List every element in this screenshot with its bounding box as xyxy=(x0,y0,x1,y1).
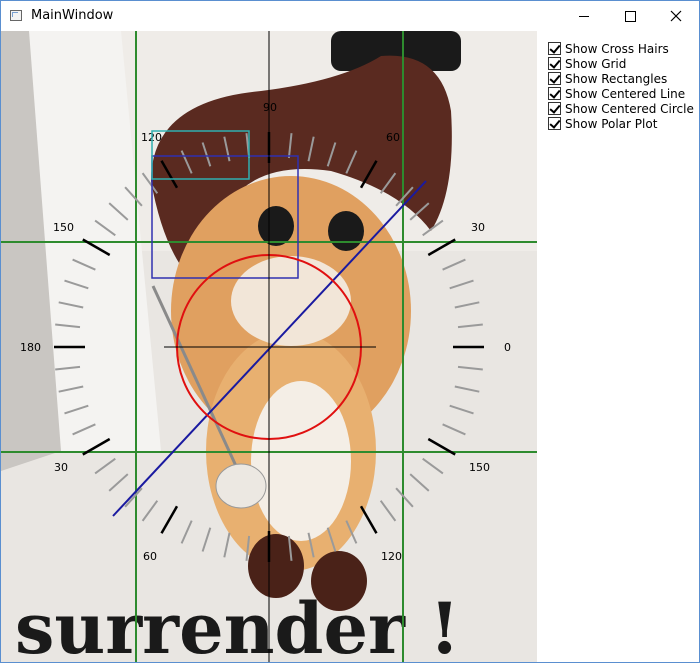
option-label: Show Grid xyxy=(565,56,627,71)
polar-label-90: 90 xyxy=(263,101,277,114)
polar-label-30b: 30 xyxy=(54,461,68,474)
option-label: Show Centered Line xyxy=(565,86,686,101)
polar-label-60b: 60 xyxy=(143,550,157,563)
image-canvas[interactable]: surrender ! 0 30 60 90 120 150 180 150 1… xyxy=(1,31,537,662)
main-window: MainWindow surrender ! 0 30 60 90 120 15… xyxy=(0,0,700,663)
option-label: Show Rectangles xyxy=(565,71,668,86)
minimize-button[interactable] xyxy=(561,1,607,31)
app-icon xyxy=(10,10,22,21)
photo-caption: surrender ! xyxy=(15,587,460,662)
checkbox-polar-plot[interactable] xyxy=(548,117,561,130)
option-grid[interactable]: Show Grid xyxy=(548,56,694,71)
maximize-icon xyxy=(624,10,636,22)
checkbox-grid[interactable] xyxy=(548,57,561,70)
close-button[interactable] xyxy=(653,1,699,31)
option-label: Show Cross Hairs xyxy=(565,41,669,56)
option-label: Show Polar Plot xyxy=(565,116,658,131)
overlay-svg: surrender ! 0 30 60 90 120 150 180 150 1… xyxy=(1,31,537,662)
window-title: MainWindow xyxy=(31,8,114,23)
option-cross-hairs[interactable]: Show Cross Hairs xyxy=(548,41,694,56)
option-centered-line[interactable]: Show Centered Line xyxy=(548,86,694,101)
polar-label-120b: 120 xyxy=(381,550,402,563)
title-bar[interactable]: MainWindow xyxy=(1,1,699,31)
minimize-icon xyxy=(579,15,589,17)
checkbox-centered-circle[interactable] xyxy=(548,102,561,115)
checkbox-cross-hairs[interactable] xyxy=(548,42,561,55)
polar-label-150: 150 xyxy=(53,221,74,234)
polar-label-150b: 150 xyxy=(469,461,490,474)
option-rectangles[interactable]: Show Rectangles xyxy=(548,71,694,86)
polar-label-60: 60 xyxy=(386,131,400,144)
checkbox-rectangles[interactable] xyxy=(548,72,561,85)
options-panel: Show Cross Hairs Show Grid Show Rectangl… xyxy=(548,41,694,131)
checkbox-centered-line[interactable] xyxy=(548,87,561,100)
option-label: Show Centered Circle xyxy=(565,101,694,116)
option-polar-plot[interactable]: Show Polar Plot xyxy=(548,116,694,131)
close-icon xyxy=(670,10,682,22)
polar-label-0: 0 xyxy=(504,341,511,354)
option-centered-circle[interactable]: Show Centered Circle xyxy=(548,101,694,116)
polar-label-30: 30 xyxy=(471,221,485,234)
polar-label-180: 180 xyxy=(20,341,41,354)
maximize-button[interactable] xyxy=(607,1,653,31)
